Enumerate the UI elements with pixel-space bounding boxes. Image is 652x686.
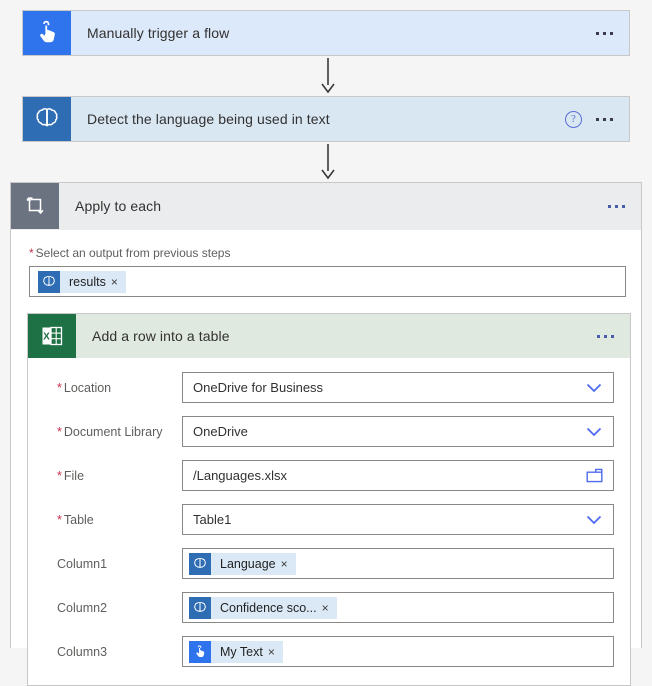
location-value: OneDrive for Business (193, 380, 324, 395)
table-value: Table1 (193, 512, 232, 527)
column3-input[interactable]: My Text × (182, 636, 614, 667)
label-location: * Location (44, 381, 182, 395)
form-row-column3: Column3 My Text × (44, 636, 614, 667)
label-column1: Column1 (57, 556, 108, 571)
apply-to-each-body: * Select an output from previous steps re… (11, 230, 641, 297)
label-column3: Column3 (57, 644, 108, 659)
touch-pointer-icon (23, 11, 71, 55)
token-label: Language (220, 556, 276, 571)
brain-icon (38, 270, 60, 293)
token-remove-button[interactable]: × (268, 645, 283, 659)
loop-output-label-text: Select an output from previous steps (35, 246, 231, 260)
detect-card-actions: ? (565, 97, 629, 141)
form-row-file: * File /Languages.xlsx (44, 460, 614, 491)
brain-icon (189, 552, 211, 575)
required-marker: * (57, 468, 62, 483)
connector-arrow-detect-to-loop (318, 144, 338, 180)
required-marker: * (57, 380, 62, 395)
trigger-card-title: Manually trigger a flow (87, 25, 230, 41)
form-row-table: * Table Table1 (44, 504, 614, 535)
brain-icon (23, 97, 71, 141)
required-marker: * (29, 246, 34, 260)
excel-card-header[interactable]: X Add a row into a table (28, 314, 630, 358)
excel-icon: X (28, 314, 76, 358)
token-label: Confidence sco... (220, 600, 317, 615)
token-label: results (69, 274, 106, 289)
form-row-document-library: * Document Library OneDrive (44, 416, 614, 447)
loop-output-label: * Select an output from previous steps (29, 246, 623, 260)
form-row-column1: Column1 Language × (44, 548, 614, 579)
label-table: * Table (44, 513, 182, 527)
excel-card-body: * Location OneDrive for Business * Documen… (28, 358, 630, 685)
token-chip-language[interactable]: Language × (189, 552, 296, 575)
excel-card-menu-button[interactable] (595, 331, 616, 342)
apply-to-each-title: Apply to each (75, 198, 162, 214)
required-marker: * (57, 424, 62, 439)
form-row-location: * Location OneDrive for Business (44, 372, 614, 403)
token-chip-confidence-score[interactable]: Confidence sco... × (189, 596, 337, 619)
excel-card-actions (595, 314, 630, 358)
action-card-add-a-row-into-a-table[interactable]: X Add a row into a table * Location OneDr… (27, 313, 631, 686)
svg-text:X: X (43, 332, 50, 343)
token-label: My Text (220, 644, 263, 659)
label-file: * File (44, 469, 182, 483)
column2-input[interactable]: Confidence sco... × (182, 592, 614, 623)
token-chip-results[interactable]: results × (38, 270, 126, 293)
loop-icon (11, 183, 59, 229)
detect-card-title: Detect the language being used in text (87, 111, 330, 127)
touch-pointer-icon (189, 640, 211, 663)
apply-to-each-actions (606, 183, 641, 229)
token-remove-button[interactable]: × (281, 557, 296, 571)
label-column2: Column2 (57, 600, 108, 615)
excel-card-title: Add a row into a table (92, 328, 230, 344)
help-icon[interactable]: ? (565, 110, 582, 128)
table-dropdown[interactable]: Table1 (182, 504, 614, 535)
chevron-down-icon[interactable] (581, 515, 607, 525)
connector-arrow-trigger-to-detect (318, 58, 338, 94)
loop-output-input[interactable]: results × (29, 266, 626, 297)
action-card-detect-language[interactable]: Detect the language being used in text ? (22, 96, 630, 142)
token-remove-button[interactable]: × (111, 275, 126, 289)
location-dropdown[interactable]: OneDrive for Business (182, 372, 614, 403)
token-remove-button[interactable]: × (322, 601, 337, 615)
label-text: Document Library (63, 424, 163, 439)
form-row-column2: Column2 Confidence sco... × (44, 592, 614, 623)
trigger-card-manually-trigger-a-flow[interactable]: Manually trigger a flow (22, 10, 630, 56)
folder-picker-icon[interactable] (581, 468, 607, 483)
label-text: Location (63, 380, 112, 395)
document-library-dropdown[interactable]: OneDrive (182, 416, 614, 447)
label-text: File (63, 468, 85, 483)
column1-input[interactable]: Language × (182, 548, 614, 579)
document-library-value: OneDrive (193, 424, 248, 439)
chevron-down-icon[interactable] (581, 427, 607, 437)
apply-to-each-header[interactable]: Apply to each (11, 183, 641, 230)
file-input[interactable]: /Languages.xlsx (182, 460, 614, 491)
apply-to-each-menu-button[interactable] (606, 201, 627, 212)
label-document-library: * Document Library (44, 425, 182, 439)
trigger-card-menu-button[interactable] (594, 28, 615, 39)
trigger-card-actions (594, 11, 629, 55)
chevron-down-icon[interactable] (581, 383, 607, 393)
file-value: /Languages.xlsx (193, 468, 287, 483)
label-text: Table (63, 512, 94, 527)
brain-icon (189, 596, 211, 619)
detect-card-menu-button[interactable] (594, 114, 615, 125)
token-chip-my-text[interactable]: My Text × (189, 640, 283, 663)
required-marker: * (57, 512, 62, 527)
